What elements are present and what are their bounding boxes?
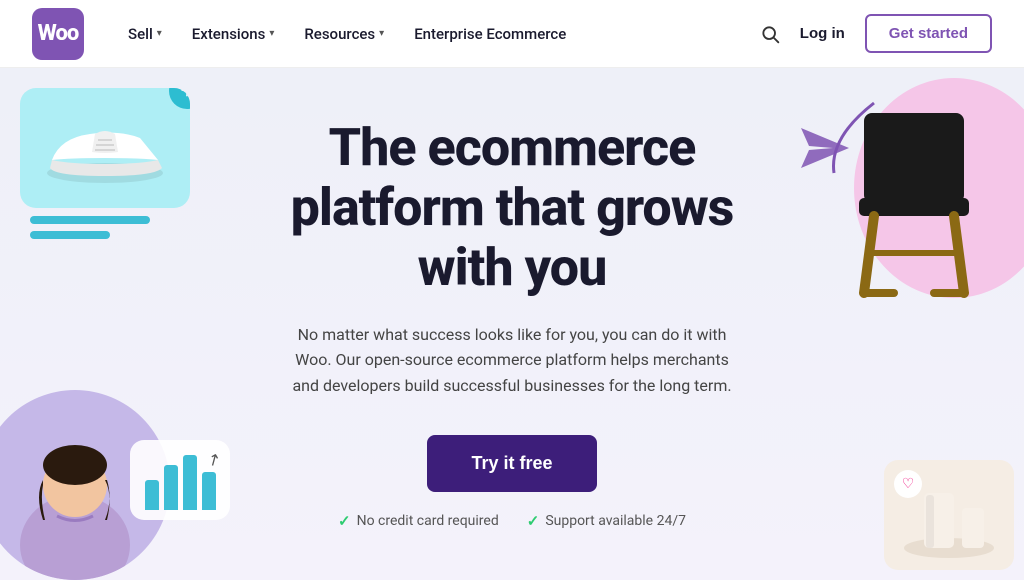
get-started-button[interactable]: Get started (865, 14, 992, 53)
badge-text: No credit card required (357, 513, 499, 529)
login-button[interactable]: Log in (800, 25, 845, 42)
checkmark-icon: ✓ (338, 512, 351, 530)
trend-arrow-icon: ↗ (203, 448, 224, 471)
chevron-down-icon: ▾ (269, 28, 274, 39)
chair-illustration (824, 88, 1004, 318)
heart-icon: ♡ (894, 470, 922, 498)
logo[interactable]: Woo (32, 8, 84, 60)
hero-title: The ecommerce platform that grows with y… (252, 118, 772, 297)
bar-chart-bar (202, 472, 216, 510)
chevron-down-icon: ▾ (379, 28, 384, 39)
nav-extensions[interactable]: Extensions ▾ (180, 17, 287, 51)
chart-bubble: ↗ (130, 440, 230, 520)
hero-content: The ecommerce platform that grows with y… (252, 118, 772, 529)
chevron-down-icon: ▾ (157, 28, 162, 39)
nav-links: Sell ▾ Extensions ▾ Resources ▾ Enterpri… (116, 17, 760, 51)
paper-plane-icon (801, 128, 849, 175)
candles-card: ♡ (884, 460, 1014, 570)
badge-no-credit-card: ✓ No credit card required (338, 512, 499, 530)
hero-section: + (0, 68, 1024, 580)
search-button[interactable] (760, 24, 780, 44)
hero-subtitle: No matter what success looks like for yo… (282, 322, 742, 399)
try-free-button[interactable]: Try it free (427, 435, 596, 492)
nav-enterprise[interactable]: Enterprise Ecommerce (402, 17, 578, 51)
product-lines (30, 216, 150, 246)
nav-sell[interactable]: Sell ▾ (116, 17, 174, 51)
plus-icon: + (169, 88, 190, 109)
logo-text: Woo (38, 21, 79, 46)
bar-chart-bar (183, 455, 197, 510)
navbar: Woo Sell ▾ Extensions ▾ Resources ▾ Ente… (0, 0, 1024, 68)
badge-text: Support available 24/7 (545, 513, 686, 529)
bar-chart-bar (164, 465, 178, 510)
bar-chart-bar (145, 480, 159, 510)
nav-resources[interactable]: Resources ▾ (292, 17, 396, 51)
checkmark-icon: ✓ (527, 512, 540, 530)
nav-right: Log in Get started (760, 14, 992, 53)
hero-badges: ✓ No credit card required ✓ Support avai… (252, 512, 772, 530)
shoe-illustration (40, 108, 170, 188)
shoe-card: + (20, 88, 190, 208)
badge-support: ✓ Support available 24/7 (527, 512, 686, 530)
